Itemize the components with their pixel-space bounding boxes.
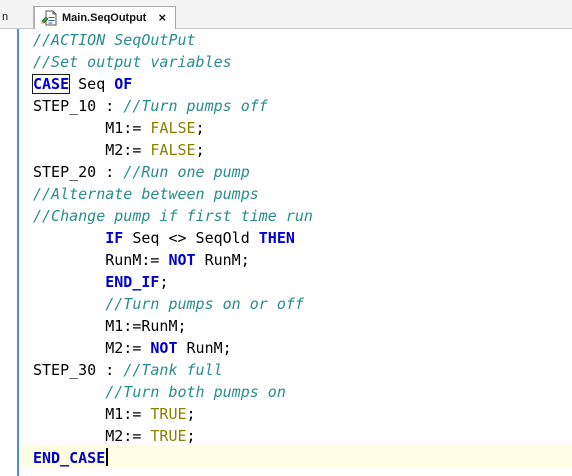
code-line[interactable]: //ACTION SeqOutPut	[33, 29, 313, 51]
code-identifier: M2:=	[33, 339, 151, 357]
code-line[interactable]: //Set output variables	[33, 51, 313, 73]
code-keyword: THEN	[258, 229, 295, 247]
code-identifier: STEP_10 :	[33, 97, 124, 115]
code-literal: TRUE	[150, 405, 187, 423]
code-keyword: IF	[105, 229, 124, 247]
code-literal: FALSE	[150, 141, 196, 159]
code-keyword: NOT	[150, 339, 178, 357]
tab-label: Main.SeqOutput	[62, 12, 147, 24]
code-line[interactable]: M2:= FALSE;	[33, 139, 313, 161]
code-line[interactable]: STEP_20 : //Run one pump	[33, 161, 313, 183]
code-keyword: END_CASE	[33, 449, 106, 467]
code-identifier: ;	[195, 119, 205, 137]
code-line[interactable]: END_IF;	[33, 271, 313, 293]
code-comment: //ACTION SeqOutPut	[33, 31, 196, 49]
code-identifier: M1:=	[33, 119, 151, 137]
code-identifier: RunM:=	[33, 251, 169, 269]
code-identifier: Seq	[69, 75, 115, 93]
code-identifier: ;	[159, 273, 169, 291]
code-line[interactable]: //Alternate between pumps	[33, 183, 313, 205]
code-literal: FALSE	[150, 119, 196, 137]
code-identifier: STEP_30 :	[33, 361, 124, 379]
code-identifier: RunM;	[177, 339, 232, 357]
code-identifier	[33, 229, 105, 247]
code-comment: //Turn both pumps on	[105, 383, 286, 401]
close-icon[interactable]: ×	[156, 11, 168, 24]
editor-gutter-line	[17, 29, 19, 476]
code-keyword: END_IF	[105, 273, 160, 291]
code-line[interactable]: RunM:= NOT RunM;	[33, 249, 313, 271]
code-identifier	[33, 273, 105, 291]
code-keyword: CASE	[31, 74, 71, 94]
code-line[interactable]: M1:= FALSE;	[33, 117, 313, 139]
code-line[interactable]: M2:= NOT RunM;	[33, 337, 313, 359]
st-file-icon	[40, 10, 58, 26]
code-identifier	[33, 383, 105, 401]
code-comment: //Change pump if first time run	[33, 207, 313, 225]
code-comment: //Turn pumps on or off	[105, 295, 304, 313]
code-line[interactable]: M1:= TRUE;	[33, 403, 313, 425]
code-identifier: M1:=RunM;	[33, 317, 187, 335]
code-identifier: ;	[186, 405, 196, 423]
code-identifier: STEP_20 :	[33, 163, 124, 181]
code-identifier: M2:=	[33, 427, 151, 445]
code-literal: TRUE	[150, 427, 187, 445]
code-comment: //Turn pumps off	[123, 97, 268, 115]
code-line[interactable]: IF Seq <> SeqOld THEN	[33, 227, 313, 249]
code-identifier: RunM;	[195, 251, 250, 269]
code-editor[interactable]: //ACTION SeqOutPut //Set output variables…	[0, 29, 572, 476]
code-line[interactable]: END_CASE	[33, 447, 313, 469]
code-line[interactable]: STEP_30 : //Tank full	[33, 359, 313, 381]
code-comment: //Set output variables	[33, 53, 232, 71]
code-identifier: M1:=	[33, 405, 151, 423]
code-line[interactable]: STEP_10 : //Turn pumps off	[33, 95, 313, 117]
code-keyword: NOT	[168, 251, 196, 269]
code-identifier: Seq <> SeqOld	[123, 229, 259, 247]
text-caret	[106, 448, 109, 466]
code-identifier: M2:=	[33, 141, 151, 159]
code-keyword: OF	[114, 75, 133, 93]
code-text[interactable]: //ACTION SeqOutPut //Set output variables…	[31, 29, 313, 469]
tab-main-seqoutput[interactable]: Main.SeqOutput ×	[34, 6, 176, 29]
code-comment: //Alternate between pumps	[33, 185, 259, 203]
code-comment: //Run one pump	[123, 163, 250, 181]
editor-tab-strip: n Main.SeqOutput ×	[0, 0, 572, 29]
code-line[interactable]: //Turn pumps on or off	[33, 293, 313, 315]
code-line[interactable]: M1:=RunM;	[33, 315, 313, 337]
code-identifier: ;	[195, 141, 205, 159]
code-line[interactable]: //Change pump if first time run	[33, 205, 313, 227]
code-identifier: ;	[186, 427, 196, 445]
code-line[interactable]: //Turn both pumps on	[33, 381, 313, 403]
code-comment: //Tank full	[123, 361, 223, 379]
code-identifier	[33, 295, 105, 313]
code-line[interactable]: CASE Seq OF	[31, 73, 313, 95]
tab-previous[interactable]: n	[0, 6, 34, 28]
code-line[interactable]: M2:= TRUE;	[33, 425, 313, 447]
